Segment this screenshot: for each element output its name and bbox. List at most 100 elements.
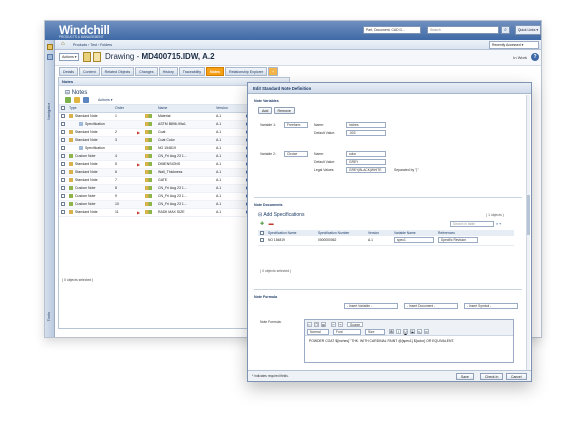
cancel-button[interactable]: Cancel bbox=[506, 373, 527, 380]
search-input[interactable]: Search bbox=[427, 26, 499, 34]
tab-traceability[interactable]: Traceability bbox=[178, 67, 205, 76]
redo-icon[interactable]: ↷ bbox=[338, 322, 343, 327]
variable-2-name-input[interactable]: color bbox=[346, 151, 386, 157]
note-name-cell[interactable]: CN_Fri Aug 23 1... bbox=[156, 200, 214, 209]
navigator-label[interactable]: Navigator bbox=[46, 80, 54, 120]
row-checkbox[interactable] bbox=[61, 210, 65, 215]
search-rail-icon[interactable] bbox=[47, 54, 53, 60]
row-checkbox[interactable] bbox=[61, 178, 65, 183]
insert-variable-select[interactable]: - Insert Variable - bbox=[344, 303, 398, 309]
search-scope-select[interactable]: Part, Document, CAD D... bbox=[363, 26, 421, 34]
tab-relationship-explorer[interactable]: Relationship Explorer bbox=[225, 67, 268, 76]
font-select[interactable]: Font bbox=[333, 329, 361, 335]
note-formula-editor[interactable]: ✂ ❐ ▤ ↶ ↷ Source Normal Font Size B I U … bbox=[304, 319, 514, 363]
select-all-checkbox[interactable] bbox=[61, 106, 65, 111]
note-name-cell[interactable]: CN_Fri Aug 23 1... bbox=[156, 192, 214, 201]
format-select[interactable]: Normal bbox=[307, 329, 329, 335]
note-name-cell[interactable]: RADII MAX SIZE bbox=[156, 208, 214, 217]
source-button[interactable]: Source bbox=[347, 322, 363, 327]
paste-icon[interactable]: ▤ bbox=[321, 322, 326, 327]
row-checkbox[interactable] bbox=[61, 130, 65, 135]
search-icon[interactable]: ⌕ bbox=[501, 26, 510, 34]
column-version[interactable]: Version bbox=[214, 105, 244, 113]
column-type[interactable]: Type bbox=[67, 105, 113, 113]
column-order[interactable]: Order bbox=[113, 105, 135, 113]
row-checkbox[interactable] bbox=[61, 194, 65, 199]
note-name-cell[interactable]: DIMENSIONS bbox=[156, 160, 214, 169]
remove-spec-icon[interactable]: ▬ bbox=[269, 221, 274, 227]
insert-document-select[interactable]: - Insert Document - bbox=[404, 303, 458, 309]
tab-content[interactable]: Content bbox=[79, 67, 100, 76]
dialog-scrollbar[interactable] bbox=[526, 95, 530, 371]
tab-add[interactable]: + bbox=[268, 67, 279, 76]
bold-icon[interactable]: B bbox=[389, 329, 394, 334]
help-icon[interactable]: ? bbox=[531, 53, 539, 61]
undo-icon[interactable]: ↶ bbox=[331, 322, 336, 327]
row-checkbox[interactable] bbox=[61, 170, 65, 175]
recently-accessed-dropdown[interactable]: Recently Accessed ▾ bbox=[489, 41, 539, 49]
tab-details[interactable]: Details bbox=[59, 67, 78, 76]
search-icon[interactable]: ⌕ ▾ bbox=[496, 221, 501, 226]
tab-notes[interactable]: Notes bbox=[206, 67, 224, 76]
row-checkbox[interactable] bbox=[61, 186, 65, 191]
note-formula-text[interactable]: POWDER COAT ${inches}" THK. WITH CARDINA… bbox=[305, 336, 513, 346]
quick-links-button[interactable]: Quick Links ▾ bbox=[515, 25, 541, 35]
references-select[interactable]: Specific Revision bbox=[438, 236, 478, 243]
tab-changes[interactable]: Changes bbox=[135, 67, 158, 76]
tools-label[interactable]: Tools bbox=[46, 312, 51, 321]
table-row[interactable]: NO 154819 0000000062 A.1 spec1 Specific … bbox=[258, 236, 514, 246]
tab-history[interactable]: History bbox=[158, 67, 178, 76]
insert-note-icon[interactable] bbox=[74, 97, 80, 103]
size-select[interactable]: Size bbox=[365, 329, 385, 335]
tab-related-objects[interactable]: Related Objects bbox=[100, 67, 135, 76]
export-icon[interactable] bbox=[83, 97, 89, 103]
variable-2-type-select[interactable]: Choice bbox=[284, 151, 308, 157]
note-name-cell[interactable]: CN_Fri Aug 23 1... bbox=[156, 184, 214, 193]
folder-icon[interactable] bbox=[47, 44, 53, 50]
note-name-cell[interactable]: Coat bbox=[156, 128, 214, 137]
spec-select-all-checkbox[interactable] bbox=[260, 231, 264, 236]
italic-icon[interactable]: I bbox=[396, 329, 401, 334]
breadcrumb-path[interactable]: Products › Test › Folders bbox=[73, 43, 112, 47]
add-variable-button[interactable]: Add bbox=[258, 107, 273, 114]
scrollbar-thumb[interactable] bbox=[527, 195, 530, 235]
row-checkbox[interactable] bbox=[61, 138, 65, 143]
variable-2-default-select[interactable]: GREY bbox=[346, 159, 386, 165]
note-name-cell[interactable]: Wall_Thickness bbox=[156, 168, 214, 177]
remove-variable-button[interactable]: Remove bbox=[273, 107, 295, 114]
variable-1-type-select[interactable]: Freeform bbox=[284, 122, 308, 128]
column-name[interactable]: Name bbox=[156, 105, 214, 113]
note-name-cell[interactable]: Material bbox=[156, 112, 214, 121]
home-icon[interactable]: ⌂ bbox=[61, 41, 65, 47]
superscript-icon[interactable]: x² bbox=[424, 329, 429, 334]
note-name-cell[interactable]: NO 154819 bbox=[156, 144, 214, 153]
row-checkbox[interactable] bbox=[61, 114, 65, 119]
save-button[interactable]: Save bbox=[456, 373, 474, 380]
underline-icon[interactable]: U bbox=[403, 329, 408, 334]
note-name-cell[interactable]: GATE bbox=[156, 176, 214, 185]
spec-table-search-input[interactable]: Search in table bbox=[450, 221, 494, 227]
row-checkbox[interactable] bbox=[61, 154, 65, 159]
check-in-button[interactable]: Check In bbox=[480, 373, 504, 380]
row-checkbox[interactable] bbox=[61, 162, 65, 167]
note-name-cell[interactable]: CN_Fri Aug 23 1... bbox=[156, 152, 214, 161]
row-checkbox[interactable] bbox=[260, 238, 264, 243]
row-checkbox[interactable] bbox=[61, 146, 65, 151]
row-checkbox[interactable] bbox=[61, 202, 65, 207]
cut-icon[interactable]: ✂ bbox=[307, 322, 312, 327]
strikethrough-icon[interactable]: S bbox=[410, 329, 415, 334]
variable-1-name-input[interactable]: inches bbox=[346, 122, 386, 128]
new-note-icon[interactable] bbox=[65, 97, 71, 103]
actions-button[interactable]: Actions ▾ bbox=[59, 53, 79, 61]
subscript-icon[interactable]: x₂ bbox=[417, 329, 422, 334]
row-checkbox[interactable] bbox=[61, 122, 65, 127]
add-spec-icon[interactable]: ✚ bbox=[260, 221, 264, 227]
variable-name-input[interactable]: spec1 bbox=[394, 236, 434, 243]
variable-2-legal-input[interactable]: GREY|BLACK|WHITE bbox=[346, 167, 386, 173]
insert-symbol-select[interactable]: - Insert Symbol - bbox=[464, 303, 518, 309]
copy-icon[interactable]: ❐ bbox=[314, 322, 319, 327]
note-name-cell[interactable]: Coat Color bbox=[156, 136, 214, 145]
notes-actions-menu[interactable]: Actions ▾ bbox=[98, 98, 113, 102]
note-name-cell[interactable]: ASTM B896-99a1 bbox=[156, 120, 214, 129]
variable-1-default-input[interactable]: .003 bbox=[346, 130, 386, 136]
